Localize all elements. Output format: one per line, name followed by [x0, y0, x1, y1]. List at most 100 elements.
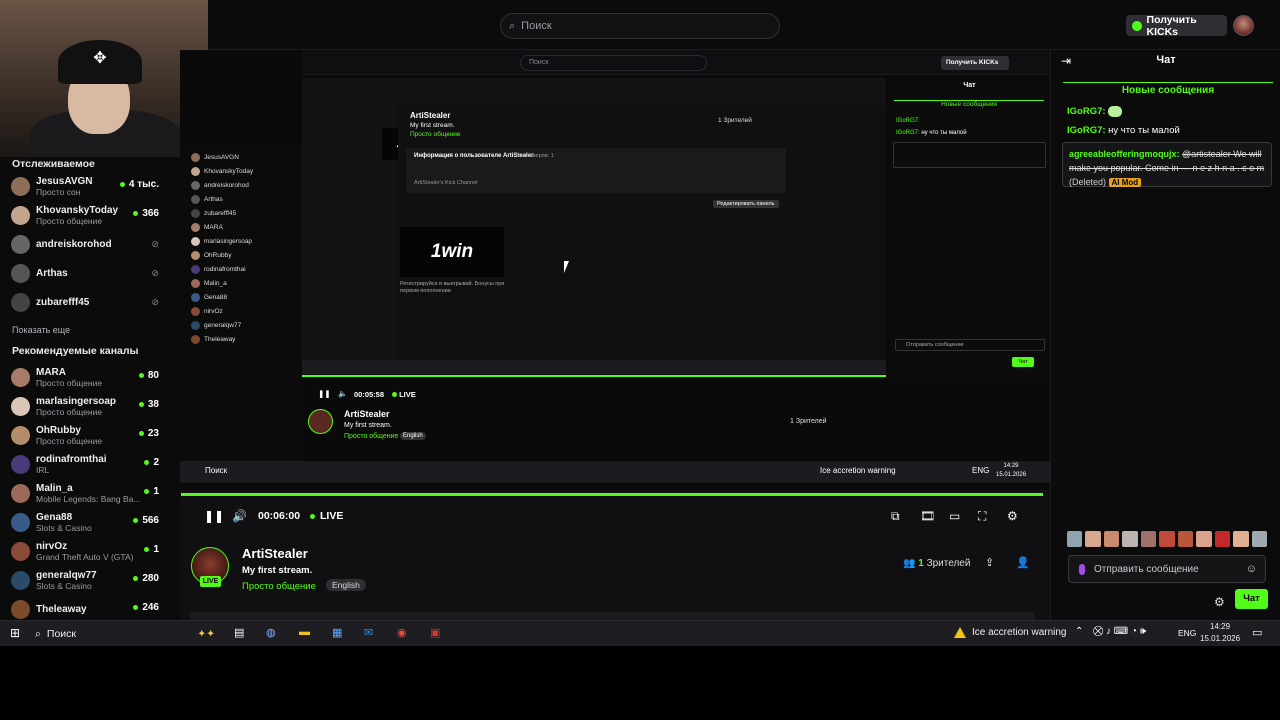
sidebar-channel[interactable]: MARA Просто общение 80	[0, 363, 180, 392]
chat-input[interactable]: Отправить сообщение ☺	[1068, 555, 1266, 583]
emote-icon[interactable]	[1177, 531, 1194, 547]
emote-icon[interactable]	[1067, 531, 1083, 547]
sidebar-channel[interactable]: marlasingersoap Просто общение 38	[0, 392, 180, 421]
channel-name: nirvOz	[36, 540, 68, 552]
streamer-name[interactable]: ArtiStealer	[242, 546, 308, 561]
sidebar-channel[interactable]: nirvOz Grand Theft Auto V (GTA) 1	[0, 537, 180, 566]
theater-mode-button[interactable]: ▭	[949, 509, 960, 523]
task-view-icon[interactable]: ▤	[234, 626, 244, 639]
language-tag[interactable]: English	[326, 579, 366, 591]
user-avatar[interactable]	[1233, 15, 1254, 36]
live-dot-icon	[138, 373, 144, 378]
video-sidebar-name: andreiskorohod	[204, 181, 249, 189]
mic-icon[interactable]	[1079, 563, 1085, 575]
sidebar-channel[interactable]: OhRubby Просто общение 23	[0, 421, 180, 450]
video-stream-info: ArtiStealer My first stream. Просто обще…	[302, 406, 886, 460]
fullscreen-button[interactable]: ⛶	[978, 509, 986, 524]
taskbar-search[interactable]: ⌕ Поиск ✦✦	[35, 625, 215, 643]
emote-icon[interactable]	[1251, 531, 1267, 547]
offline-icon: ⊘	[151, 297, 159, 307]
video-sidebar-name: Gena88	[204, 293, 228, 301]
stream-video[interactable]: Поиск Получить KICKs JesusAVGN KhovanskyT…	[180, 50, 1050, 490]
volume-button[interactable]: 🔊	[232, 509, 247, 523]
video-sidebar-row: rodinafromthai	[183, 262, 302, 276]
emote-icon[interactable]	[1159, 531, 1175, 547]
letterbox-bottom	[0, 646, 1280, 720]
channel-viewers: 1	[144, 544, 159, 555]
chat-title: Чат	[1156, 54, 1176, 66]
video-ad-1win: 1win	[400, 227, 504, 277]
video-sidebar-row: marlasingersoap	[183, 234, 302, 248]
chat-send-button[interactable]: Чат	[1235, 589, 1268, 609]
chat-settings-icon[interactable]: ⚙	[1214, 595, 1225, 609]
emoji-icon[interactable]: ☺	[1246, 563, 1257, 575]
share-icon[interactable]: ⇪	[985, 556, 994, 569]
clip-button[interactable]: 🎞	[920, 509, 935, 523]
chat-username[interactable]: agreeableofferingmoqujx:	[1069, 149, 1180, 159]
follow-icon[interactable]: 👤	[1016, 556, 1030, 569]
store-icon[interactable]: ▦	[332, 626, 342, 639]
emote-icon[interactable]	[1140, 531, 1157, 547]
show-more-link[interactable]: Показать еще	[0, 317, 180, 343]
emote-icon[interactable]	[1233, 531, 1249, 547]
sidebar-channel[interactable]: zubarefff45 ⊘	[0, 288, 180, 317]
emote-icon[interactable]	[1103, 531, 1120, 547]
video-chat-send: Чат	[1012, 357, 1034, 367]
channel-viewers: 23	[138, 428, 159, 439]
emote-icon[interactable]	[1122, 531, 1138, 547]
outlook-icon[interactable]: ✉	[364, 626, 373, 639]
tray-language[interactable]: ENG	[1178, 628, 1196, 638]
video-sidebar-name: Malin_a	[204, 279, 227, 287]
channel-avatar	[11, 264, 30, 283]
settings-gear-icon[interactable]: ⚙	[1007, 509, 1018, 523]
chat-message: IGoRG7: ну что ты малой	[1067, 124, 1267, 138]
video-about-desc: ArtiStealer's Kick Channel	[414, 180, 478, 186]
copilot-icon[interactable]: ◍	[266, 626, 276, 639]
chat-panel: ⇥ Чат Новые сообщения IGoRG7: IGoRG7: ну…	[1050, 50, 1280, 620]
video-chat-panel: Чат Новые сообщения IGoRG7: IGoRG7: ну ч…	[889, 78, 1050, 378]
deleted-message: agreeableofferingmoqujx: @artistealer We…	[1062, 142, 1272, 187]
channel-avatar	[11, 455, 30, 474]
sidebar-channel[interactable]: Gena88 Slots & Casino 566	[0, 508, 180, 537]
sidebar-channel[interactable]: rodinafromthai IRL 2	[0, 450, 180, 479]
video-sidebar-avatar	[191, 306, 200, 316]
tray-chevron-icon[interactable]: ⌃	[1075, 626, 1083, 637]
app-icon[interactable]: ▣	[430, 626, 440, 639]
video-title: My first stream.	[410, 122, 455, 129]
video-sidebar-name: generalqw77	[204, 321, 242, 329]
emote-icon[interactable]	[1085, 531, 1101, 547]
sidebar-channel[interactable]: JesusAVGN Просто сон 4 тыс.	[0, 172, 180, 201]
search-placeholder: Поиск	[521, 20, 552, 32]
chat-username[interactable]: IGoRG7:	[1067, 125, 1106, 136]
sidebar-channel[interactable]: Arthas ⊘	[0, 259, 180, 288]
followed-heading: Отслеживаемое	[12, 158, 95, 170]
get-kicks-button[interactable]: Получить KICKs	[1126, 14, 1227, 38]
stream-category[interactable]: Просто общение	[242, 581, 316, 592]
stream-title: My first stream.	[242, 565, 313, 576]
windows-start-icon[interactable]: ⊞	[10, 626, 20, 640]
channel-viewers: 366	[133, 208, 159, 219]
live-dot-icon	[133, 211, 139, 216]
video-sidebar-name: marlasingersoap	[204, 237, 253, 245]
channel-avatar	[11, 542, 30, 561]
sidebar-channel[interactable]: Malin_a Mobile Legends: Bang Ba... 1	[0, 479, 180, 508]
search-input[interactable]: ⌕ Поиск	[500, 13, 780, 39]
chat-username[interactable]: IGoRG7:	[1067, 106, 1106, 117]
channel-category: Просто общение	[36, 406, 103, 417]
weather-warning[interactable]: Ice accretion warning	[954, 627, 1067, 638]
pip-button[interactable]: ⧉	[891, 509, 900, 524]
tray-clock[interactable]: 14:29 15.01.2026	[1200, 621, 1240, 645]
file-explorer-icon[interactable]: ▬	[299, 626, 310, 638]
video-chat-msg1: IGoRG7:	[896, 118, 920, 124]
pause-button[interactable]: ❚❚	[204, 509, 224, 523]
player-progress-bar[interactable]	[181, 493, 1043, 496]
sidebar-channel[interactable]: generalqw77 Slots & Casino 280	[0, 566, 180, 595]
tray-icons[interactable]: ⛒ ♪ ⌨ ◔ 🕪	[1093, 626, 1146, 637]
sidebar-channel[interactable]: andreiskorohod ⊘	[0, 230, 180, 259]
emote-icon[interactable]	[1214, 531, 1231, 547]
chrome-icon[interactable]: ◉	[397, 626, 407, 639]
sidebar-channel[interactable]: KhovanskyToday Просто общение 366	[0, 201, 180, 230]
notification-icon[interactable]: ▭	[1252, 626, 1262, 639]
emote-icon[interactable]	[1196, 531, 1212, 547]
sidebar-channel[interactable]: Theleaway 246	[0, 595, 180, 620]
